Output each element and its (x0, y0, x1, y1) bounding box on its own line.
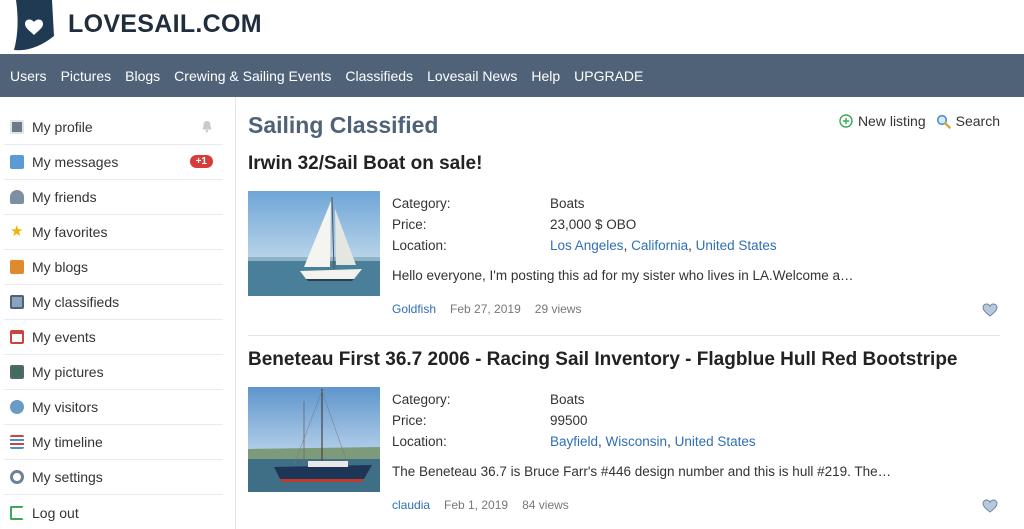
category-value: Boats (550, 196, 585, 211)
category-label: Category: (392, 392, 451, 407)
location-country-link[interactable]: United States (696, 238, 777, 253)
location-region-link[interactable]: Wisconsin (606, 434, 668, 449)
location-country-link[interactable]: United States (675, 434, 756, 449)
sidebar-item-settings[interactable]: My settings (4, 460, 223, 495)
listing-meta: Goldfish Feb 27, 2019 29 views (392, 302, 595, 316)
messages-badge: +1 (189, 155, 213, 168)
category-value: Boats (550, 392, 585, 407)
sidebar-item-visitors[interactable]: My visitors (4, 390, 223, 425)
nav-classifieds[interactable]: Classifieds (345, 68, 413, 84)
sidebar-item-profile[interactable]: My profile (4, 110, 223, 145)
sidebar-item-classifieds[interactable]: My classifieds (4, 285, 223, 320)
sidebar-item-label: My events (32, 329, 96, 345)
site-header: LOVESAIL.COM (0, 0, 1024, 54)
listing-author-link[interactable]: Goldfish (392, 302, 436, 316)
sail-logo-icon[interactable] (10, 0, 58, 54)
listing-description: Hello everyone, I'm posting this ad for … (392, 268, 854, 283)
location-city-link[interactable]: Bayfield (550, 434, 598, 449)
listing-actions: New listing Search (829, 113, 1000, 129)
location-region-link[interactable]: California (631, 238, 688, 253)
location-city-link[interactable]: Los Angeles (550, 238, 624, 253)
nav-lovesail-news[interactable]: Lovesail News (427, 68, 517, 84)
blogs-icon (10, 260, 24, 274)
sidebar-item-favorites[interactable]: ★ My favorites (4, 215, 223, 250)
bell-icon[interactable] (201, 120, 213, 133)
location-label: Location: (392, 238, 447, 253)
sidebar-item-events[interactable]: My events (4, 320, 223, 355)
sidebar-item-timeline[interactable]: My timeline (4, 425, 223, 460)
sidebar-item-friends[interactable]: My friends (4, 180, 223, 215)
listing-author-link[interactable]: claudia (392, 498, 430, 512)
listing-title[interactable]: Beneteau First 36.7 2006 - Racing Sail I… (248, 349, 958, 371)
sidebar-item-label: My settings (32, 469, 103, 485)
new-listing-label: New listing (857, 113, 926, 129)
site-name[interactable]: LOVESAIL.COM (68, 10, 262, 39)
sidebar-item-label: My timeline (32, 434, 103, 450)
nav-crewing-events[interactable]: Crewing & Sailing Events (174, 68, 331, 84)
sidebar-item-label: My blogs (32, 259, 89, 275)
logout-icon (10, 505, 24, 520)
sidebar-item-messages[interactable]: My messages +1 (4, 145, 223, 180)
listing-details: Category: Boats Price: 23,000 $ OBO Locati… (392, 196, 777, 253)
main-nav: Users Pictures Blogs Crewing & Sailing E… (0, 54, 1024, 97)
page-title: Sailing Classified (248, 112, 439, 138)
nav-users[interactable]: Users (10, 68, 47, 84)
calendar-icon (10, 330, 24, 344)
listing-description: The Beneteau 36.7 is Bruce Farr's #446 d… (392, 464, 892, 479)
sidebar-item-label: My messages (32, 154, 119, 170)
listing-photo[interactable] (248, 191, 380, 296)
sidebar-item-label: My friends (32, 189, 97, 205)
listing-views: 84 views (522, 498, 569, 512)
category-label: Category: (392, 196, 451, 211)
listing-photo[interactable] (248, 387, 380, 492)
sidebar-item-label: My classifieds (32, 294, 120, 310)
friends-icon (10, 190, 24, 204)
listing-divider (248, 335, 1000, 336)
pictures-icon (10, 365, 24, 379)
listing-title[interactable]: Irwin 32/Sail Boat on sale! (248, 153, 482, 175)
nav-upgrade[interactable]: UPGRADE (574, 68, 643, 84)
search-icon (936, 114, 951, 129)
classifieds-icon (10, 295, 24, 309)
listing-date: Feb 27, 2019 (450, 302, 521, 316)
location-label: Location: (392, 434, 447, 449)
listing-meta: claudia Feb 1, 2019 84 views (392, 498, 583, 512)
plus-circle-icon (839, 114, 853, 128)
sidebar-item-blogs[interactable]: My blogs (4, 250, 223, 285)
sidebar-item-label: My profile (32, 119, 93, 135)
timeline-icon (10, 435, 24, 449)
sidebar-item-pictures[interactable]: My pictures (4, 355, 223, 390)
search-button[interactable]: Search (936, 113, 1000, 129)
nav-help[interactable]: Help (531, 68, 560, 84)
profile-icon (10, 120, 24, 134)
nav-pictures[interactable]: Pictures (61, 68, 112, 84)
price-value: 23,000 $ OBO (550, 217, 637, 232)
sidebar-item-label: My visitors (32, 399, 99, 415)
sidebar-item-label: My favorites (32, 224, 108, 240)
favorite-heart-icon[interactable] (982, 499, 998, 513)
price-value: 99500 (550, 413, 588, 428)
sidebar: My profile My messages +1 My friends ★ M… (0, 97, 236, 529)
main-content: Sailing Classified New listing Search Ir… (248, 97, 1000, 529)
sidebar-item-logout[interactable]: Log out (4, 495, 223, 529)
messages-icon (10, 155, 24, 169)
new-listing-button[interactable]: New listing (839, 113, 926, 129)
sidebar-item-label: My pictures (32, 364, 104, 380)
sidebar-item-label: Log out (32, 504, 79, 521)
price-label: Price: (392, 413, 427, 428)
listing-date: Feb 1, 2019 (444, 498, 509, 512)
listing-views: 29 views (534, 302, 582, 316)
visitors-icon (10, 400, 24, 414)
price-label: Price: (392, 217, 427, 232)
listing-details: Category: Boats Price: 99500 Location: Bay… (392, 392, 756, 449)
favorite-heart-icon[interactable] (982, 303, 998, 317)
settings-icon (10, 470, 24, 484)
star-icon: ★ (10, 223, 24, 240)
nav-blogs[interactable]: Blogs (125, 68, 160, 84)
search-label: Search (955, 113, 1000, 129)
